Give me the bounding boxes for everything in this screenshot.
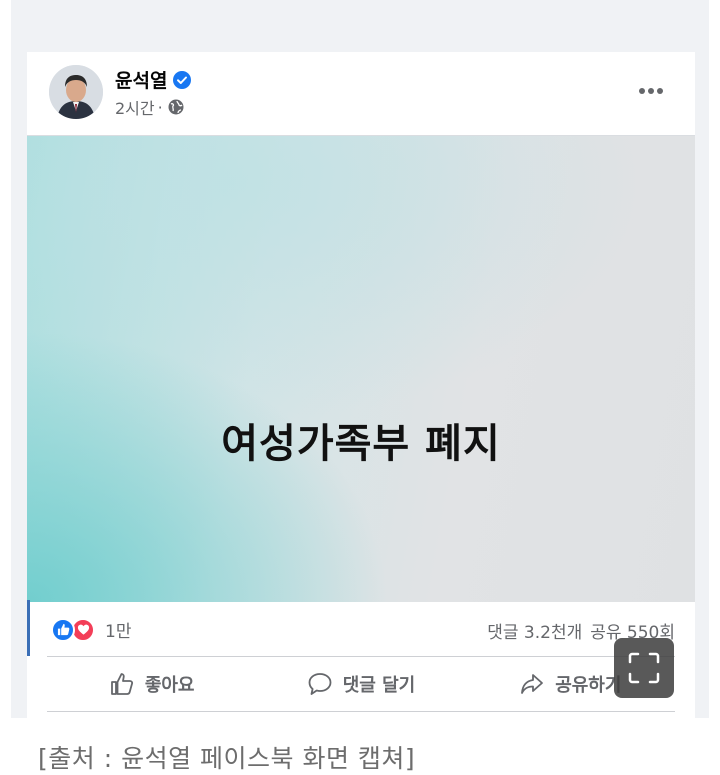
comment-icon xyxy=(308,673,332,695)
post-stats: 1만 댓글 3.2천개 공유 550회 xyxy=(27,601,695,657)
avatar[interactable] xyxy=(49,65,103,119)
like-button[interactable]: 좋아요 xyxy=(47,657,256,711)
more-options-button[interactable] xyxy=(639,78,665,102)
verified-icon xyxy=(173,70,192,89)
divider xyxy=(47,711,675,712)
thumbs-up-icon xyxy=(110,673,133,695)
post-time[interactable]: 2시간 xyxy=(115,95,155,119)
reactions-summary[interactable]: 1만 xyxy=(51,617,131,642)
post-meta: 2시간 · xyxy=(115,95,184,119)
comment-count[interactable]: 댓글 3.2천개 xyxy=(487,618,582,643)
expand-icon xyxy=(628,652,660,684)
reaction-count: 1만 xyxy=(105,622,132,642)
facebook-post: 윤석열 2시간 · 여성가족부 폐지 1만 댓글 3.2천개 공유 550회 좋… xyxy=(27,52,695,718)
meta-separator: · xyxy=(157,97,163,117)
expand-image-button[interactable] xyxy=(614,638,674,698)
post-actions: 좋아요 댓글 달기 공유하기 xyxy=(47,657,675,711)
like-reaction-icon xyxy=(51,617,75,642)
like-label: 좋아요 xyxy=(144,675,195,696)
comment-label: 댓글 달기 xyxy=(342,675,416,696)
author-row: 윤석열 xyxy=(115,66,192,93)
share-label: 공유하기 xyxy=(555,675,622,696)
comment-button[interactable]: 댓글 달기 xyxy=(256,657,465,711)
post-image[interactable]: 여성가족부 폐지 xyxy=(27,135,695,602)
post-header: 윤석열 2시간 · xyxy=(27,52,695,134)
author-name[interactable]: 윤석열 xyxy=(115,66,167,93)
share-icon xyxy=(521,674,544,694)
more-icon xyxy=(639,88,645,94)
globe-icon xyxy=(168,99,184,115)
banner-text: 여성가족부 폐지 xyxy=(221,421,501,467)
